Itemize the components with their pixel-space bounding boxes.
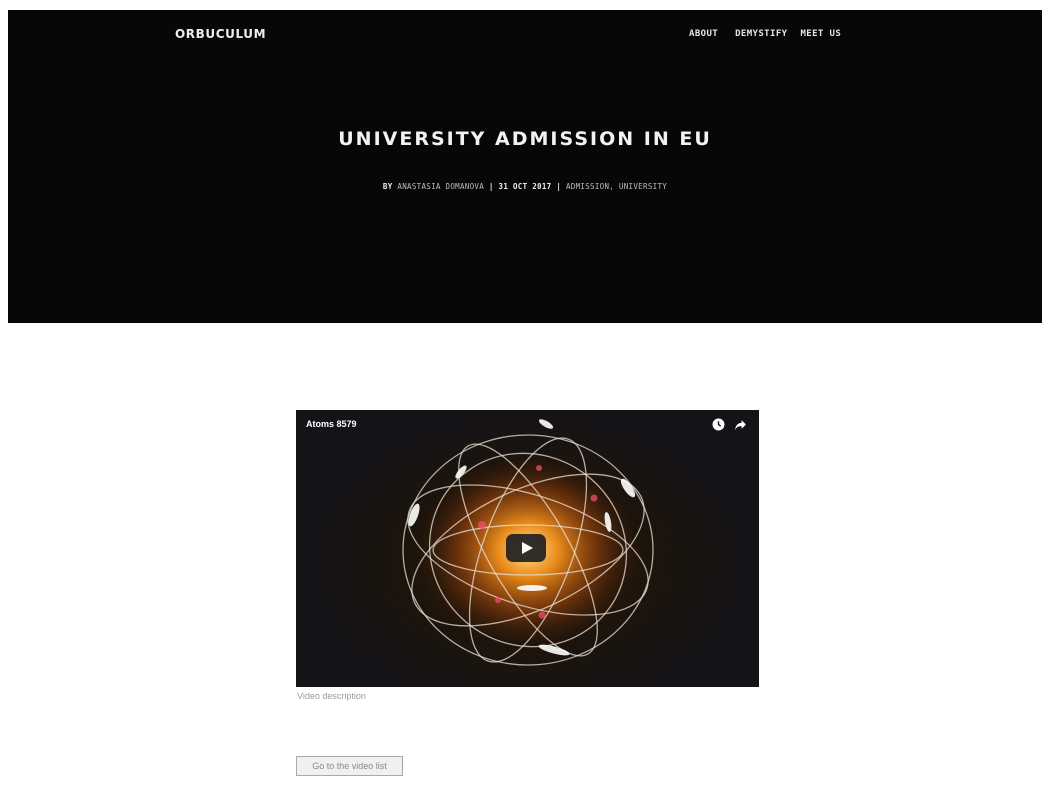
post-meta: BY ANASTASIA DOMANOVA | 31 OCT 2017 | AD… (8, 182, 1042, 191)
by-label: BY (382, 182, 398, 191)
author-link[interactable]: ANASTASIA DOMANOVA (397, 182, 484, 191)
video-icons (712, 418, 747, 431)
clock-icon[interactable] (712, 418, 725, 431)
go-to-video-list-button[interactable]: Go to the video list (296, 756, 403, 776)
video-title[interactable]: Atoms 8579 (306, 419, 357, 429)
nav-meet-us[interactable]: MEET US (800, 29, 841, 39)
tag-links[interactable]: ADMISSION, UNIVERSITY (566, 182, 667, 191)
main-nav: ABOUT DEMYSTIFY MEET US (689, 29, 841, 39)
post-title: UNIVERSITY ADMISSION IN EU (338, 128, 712, 150)
post-date: 31 OCT 2017 (498, 182, 552, 191)
nav-about[interactable]: ABOUT (689, 29, 718, 39)
meta-separator-2: | (551, 182, 566, 191)
hero-header: ORBUCULUM ABOUT DEMYSTIFY MEET US UNIVER… (8, 10, 1042, 323)
share-icon[interactable] (734, 418, 747, 431)
meta-separator: | (484, 182, 499, 191)
nav-demystify[interactable]: DEMYSTIFY (735, 29, 787, 39)
site-logo[interactable]: ORBUCULUM (175, 27, 266, 41)
video-description: Video description (297, 691, 366, 701)
video-player[interactable]: Atoms 8579 (296, 410, 759, 687)
play-icon[interactable] (506, 534, 546, 562)
